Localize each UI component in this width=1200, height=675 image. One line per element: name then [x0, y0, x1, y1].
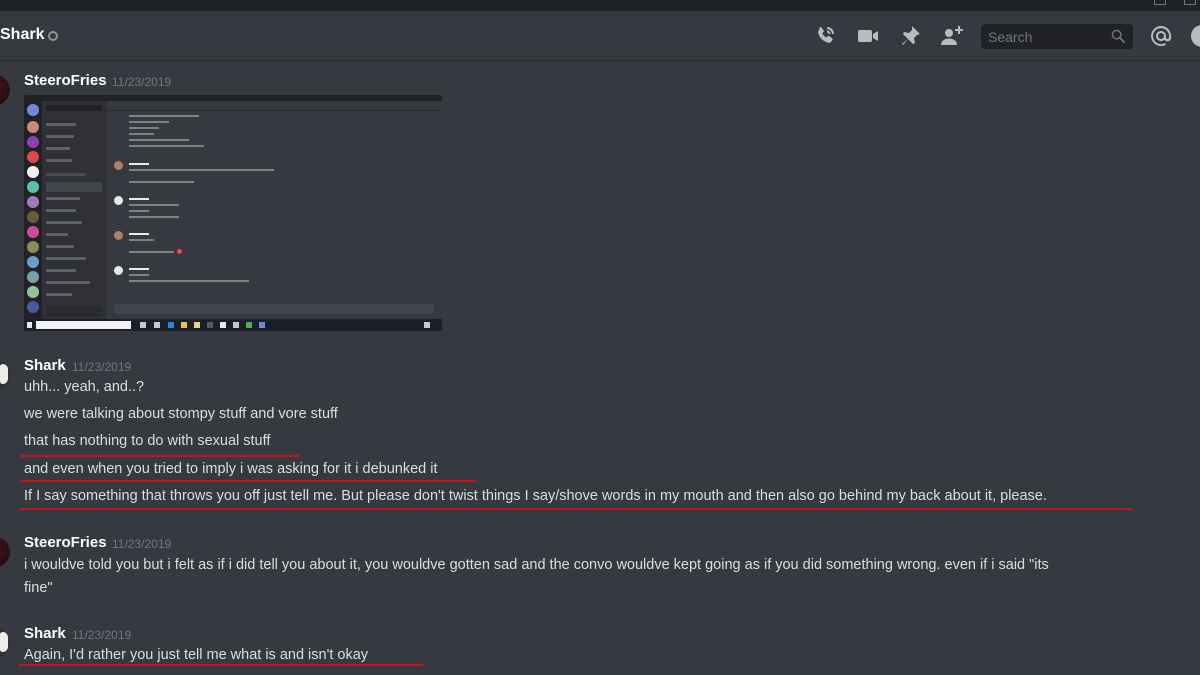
avatar[interactable] [0, 537, 10, 567]
message-line: and even when you tried to imply i was a… [24, 461, 438, 477]
message-author[interactable]: Shark [24, 357, 66, 374]
message-line: we were talking about stompy stuff and v… [24, 406, 338, 422]
window-title-bar [0, 0, 1200, 11]
red-underline [20, 508, 1132, 510]
status-offline-icon [48, 31, 58, 41]
channel-title: Shark [0, 26, 45, 43]
message-timestamp: 11/23/2019 [112, 537, 172, 551]
add-friend-icon[interactable] [940, 24, 964, 48]
maximize-button[interactable] [1154, 0, 1166, 5]
embedded-dm-list [42, 101, 107, 319]
pin-icon[interactable] [898, 24, 922, 48]
search-icon [1111, 29, 1126, 44]
message-author[interactable]: SteeroFries [24, 534, 107, 551]
avatar[interactable] [0, 75, 10, 105]
search-box[interactable] [981, 24, 1133, 49]
help-icon[interactable] [1190, 24, 1200, 48]
message-line: fine" [24, 580, 53, 596]
embedded-chat [107, 101, 442, 319]
message-author[interactable]: SteeroFries [24, 72, 107, 89]
message-line: Again, I'd rather you just tell me what … [24, 647, 369, 663]
message-line: If I say something that throws you off j… [24, 488, 1047, 504]
embedded-server-list [24, 101, 42, 319]
red-underline [21, 455, 299, 457]
message-line: uhh... yeah, and..? [24, 379, 145, 395]
phone-call-icon[interactable] [813, 24, 837, 48]
avatar[interactable] [0, 628, 10, 658]
channel-header: Shark [0, 11, 1200, 61]
red-underline [18, 664, 423, 666]
video-icon[interactable] [856, 24, 880, 48]
message-line: i wouldve told you but i felt as if i di… [24, 557, 1049, 573]
embedded-taskbar [24, 319, 442, 331]
close-button[interactable] [1184, 0, 1196, 5]
message-author[interactable]: Shark [24, 625, 66, 642]
red-underline [21, 480, 476, 482]
mention-icon[interactable] [1149, 24, 1173, 48]
message-timestamp: 11/23/2019 [72, 628, 132, 642]
avatar[interactable] [0, 360, 10, 390]
image-attachment[interactable] [24, 95, 442, 331]
message-timestamp: 11/23/2019 [112, 75, 172, 89]
message-timestamp: 11/23/2019 [72, 360, 132, 374]
message-line: that has nothing to do with sexual stuff [24, 433, 271, 449]
heart-emoji [177, 249, 182, 254]
search-input[interactable] [988, 27, 1108, 46]
